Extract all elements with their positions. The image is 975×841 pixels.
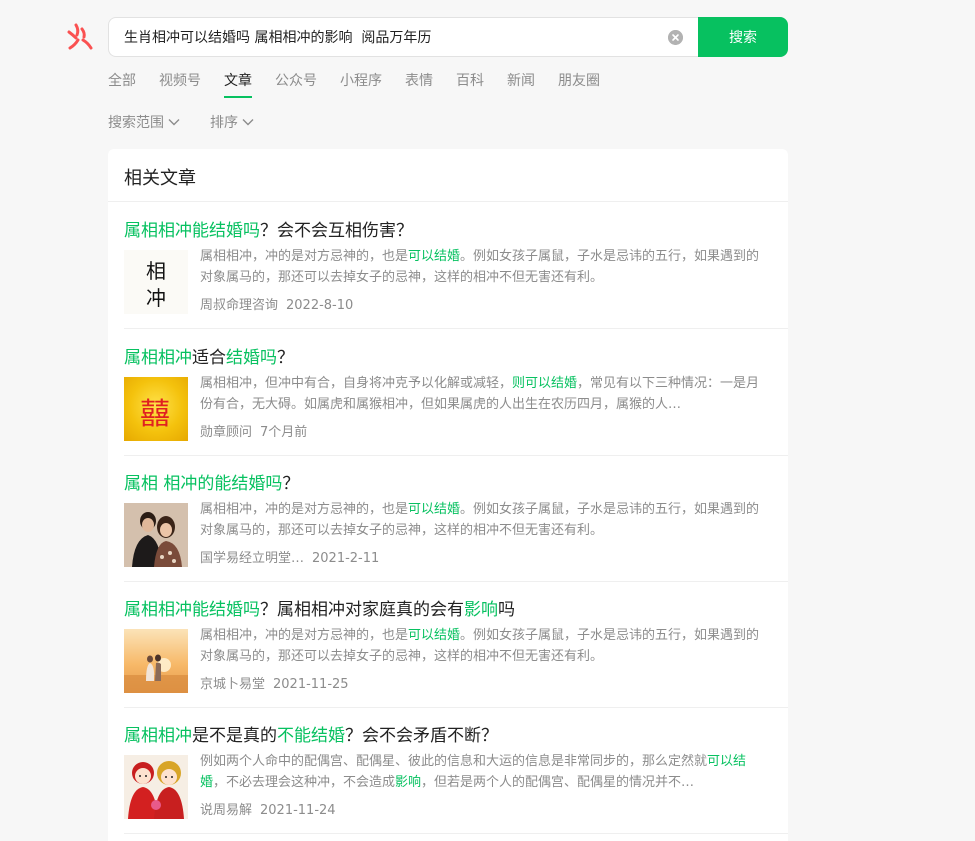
sort-dropdown[interactable]: 排序: [210, 112, 254, 132]
article-thumbnail[interactable]: [124, 629, 188, 693]
search-range-label: 搜索范围: [108, 115, 164, 131]
article-item[interactable]: 属相相冲能结婚吗？会不会互相伤害？ 相 冲 属相相冲，冲的是对方忌神的，也是可以…: [124, 202, 788, 329]
couple-photo-image: [124, 503, 188, 567]
text-segment: 吗: [498, 600, 515, 620]
text-segment: ？: [282, 474, 300, 494]
text-segment: 例如两个人命中的配偶宫、配偶星、彼此的信息和大运的信息是非常同步的，那么定然就: [200, 754, 708, 769]
article-summary: 属相相冲，冲的是对方忌神的，也是可以结婚。例如女孩子属鼠，子水是忌讳的五行，如果…: [200, 625, 766, 667]
article-summary: 属相相冲，但冲中有合，自身将冲克予以化解或减轻，则可以结婚，常见有以下三种情况：…: [200, 373, 766, 415]
highlighted-keyword: 属相相冲能结婚吗: [124, 221, 260, 241]
article-source[interactable]: 说周易解: [200, 803, 252, 818]
article-summary: 属相相冲，冲的是对方忌神的，也是可以结婚。例如女孩子属鼠，子水是忌讳的五行，如果…: [200, 246, 766, 288]
article-thumbnail[interactable]: [124, 503, 188, 567]
text-segment: ，不必去理会这种冲，不会造成: [213, 775, 396, 790]
search-range-dropdown[interactable]: 搜索范围: [108, 112, 180, 132]
article-item[interactable]: 属相相冲能结婚吗？属相相冲对家庭真的会有影响吗 属相相冲，冲的是对方忌神的，也是…: [124, 581, 788, 708]
sort-label: 排序: [210, 115, 238, 131]
article-title[interactable]: 属相相冲适合结婚吗？: [124, 343, 294, 368]
logo-icon: [67, 23, 93, 50]
article-date: 2021-2-11: [312, 551, 380, 566]
article-thumbnail[interactable]: [124, 755, 188, 819]
article-source[interactable]: 国学易经立明堂…: [200, 551, 304, 566]
article-date: 7个月前: [260, 425, 308, 440]
filter-bar: 搜索范围 排序: [108, 112, 284, 132]
text-segment: 属相相冲，冲的是对方忌神的，也是: [200, 502, 409, 517]
highlighted-keyword: 结婚吗: [226, 348, 277, 368]
highlighted-keyword: 属相 相冲的能结婚吗: [124, 474, 283, 494]
article-meta: 周叔命理咨询 2022-8-10: [200, 294, 353, 313]
article-meta: 国学易经立明堂… 2021-2-11: [200, 547, 379, 566]
article-source[interactable]: 勋章顾问: [200, 425, 252, 440]
tab-articles[interactable]: 文章: [224, 70, 252, 98]
highlighted-keyword: 属相相冲: [124, 726, 192, 746]
search-input[interactable]: [124, 18, 654, 56]
highlighted-keyword: 则可以结婚: [512, 376, 578, 391]
highlighted-keyword: 影响: [464, 600, 498, 620]
text-segment: 适合: [192, 348, 226, 368]
text-segment: ？会不会互相伤害？: [260, 221, 413, 241]
tab-news[interactable]: 新闻: [507, 70, 535, 98]
text-segment: ？: [277, 348, 294, 368]
article-meta: 说周易解 2021-11-24: [200, 799, 336, 818]
highlighted-keyword: 可以结婚: [408, 502, 461, 517]
highlighted-keyword: 属相相冲能结婚吗: [124, 600, 260, 620]
text-segment: 属相相冲，但冲中有合，自身将冲克予以化解或减轻，: [200, 376, 513, 391]
article-source[interactable]: 京城卜易堂: [200, 677, 265, 692]
article-date: 2021-11-24: [260, 803, 336, 818]
clear-icon[interactable]: [668, 30, 683, 45]
results-panel: 相关文章 属相相冲能结婚吗？会不会互相伤害？ 相 冲 属相相冲，冲的是对方忌神的…: [108, 149, 788, 841]
article-item[interactable]: 属相 相冲的能结婚吗？ 属相相冲，冲的是对方忌神的，也是可以结婚。例如女孩子属鼠…: [124, 455, 788, 582]
article-title[interactable]: 属相 相冲的能结婚吗？: [124, 469, 299, 494]
article-date: 2021-11-25: [273, 677, 349, 692]
highlighted-keyword: 属相相冲: [124, 348, 192, 368]
search-box: [108, 17, 698, 57]
text-segment: ，但若是两个人的配偶宫、配偶星的情况并不…: [421, 775, 695, 790]
tab-bar: 全部 视频号 文章 公众号 小程序 表情 百科 新闻 朋友圈: [108, 70, 623, 100]
thumbnail-text: 冲: [146, 286, 166, 310]
thumbnail-text: 相: [146, 259, 166, 283]
article-thumbnail[interactable]: 囍: [124, 377, 188, 441]
tab-official-accounts[interactable]: 公众号: [275, 70, 317, 98]
article-summary: 属相相冲，冲的是对方忌神的，也是可以结婚。例如女孩子属鼠，子水是忌讳的五行，如果…: [200, 499, 766, 541]
text-segment: ？会不会矛盾不断？: [345, 726, 498, 746]
chevron-down-icon: [168, 119, 180, 126]
chevron-down-icon: [242, 119, 254, 126]
highlighted-keyword: 影响: [395, 775, 422, 790]
article-date: 2022-8-10: [286, 298, 354, 313]
cartoon-bride-groom-image: [124, 755, 188, 819]
article-title[interactable]: 属相相冲能结婚吗？属相相冲对家庭真的会有影响吗: [124, 595, 515, 620]
highlighted-keyword: 不能结婚: [277, 726, 345, 746]
article-thumbnail[interactable]: 相 冲: [124, 250, 188, 314]
tab-moments[interactable]: 朋友圈: [558, 70, 600, 98]
text-segment: 是不是真的: [192, 726, 277, 746]
highlighted-keyword: 可以结婚: [408, 628, 461, 643]
article-meta: 京城卜易堂 2021-11-25: [200, 673, 349, 692]
text-segment: ？属相相冲对家庭真的会有: [260, 600, 464, 620]
tab-mini-programs[interactable]: 小程序: [340, 70, 382, 98]
article-summary: 例如两个人命中的配偶宫、配偶星、彼此的信息和大运的信息是非常同步的，那么定然就可…: [200, 751, 766, 793]
article-item[interactable]: 属相相冲适合结婚吗？ 囍 属相相冲，但冲中有合，自身将冲克予以化解或减轻，则可以…: [124, 329, 788, 456]
sunset-couple-image: [124, 629, 188, 693]
article-title[interactable]: 属相相冲是不是真的不能结婚？会不会矛盾不断？: [124, 721, 498, 746]
tab-all[interactable]: 全部: [108, 70, 136, 98]
tab-stickers[interactable]: 表情: [405, 70, 433, 98]
search-button[interactable]: 搜索: [698, 17, 788, 57]
article-source[interactable]: 周叔命理咨询: [200, 298, 278, 313]
section-title: 相关文章: [124, 168, 196, 189]
highlighted-keyword: 可以结婚: [408, 249, 461, 264]
tab-encyclopedia[interactable]: 百科: [456, 70, 484, 98]
text-segment: 属相相冲，冲的是对方忌神的，也是: [200, 628, 409, 643]
article-item[interactable]: 属相相冲是不是真的不能结婚？会不会矛盾不断？ 例如两个人命中的配偶宫、配偶星、彼…: [124, 707, 788, 834]
thumbnail-text: 囍: [140, 397, 170, 432]
tab-video[interactable]: 视频号: [159, 70, 201, 98]
text-segment: 属相相冲，冲的是对方忌神的，也是: [200, 249, 409, 264]
article-title[interactable]: 属相相冲能结婚吗？会不会互相伤害？: [124, 216, 413, 241]
article-meta: 勋章顾问 7个月前: [200, 421, 307, 440]
